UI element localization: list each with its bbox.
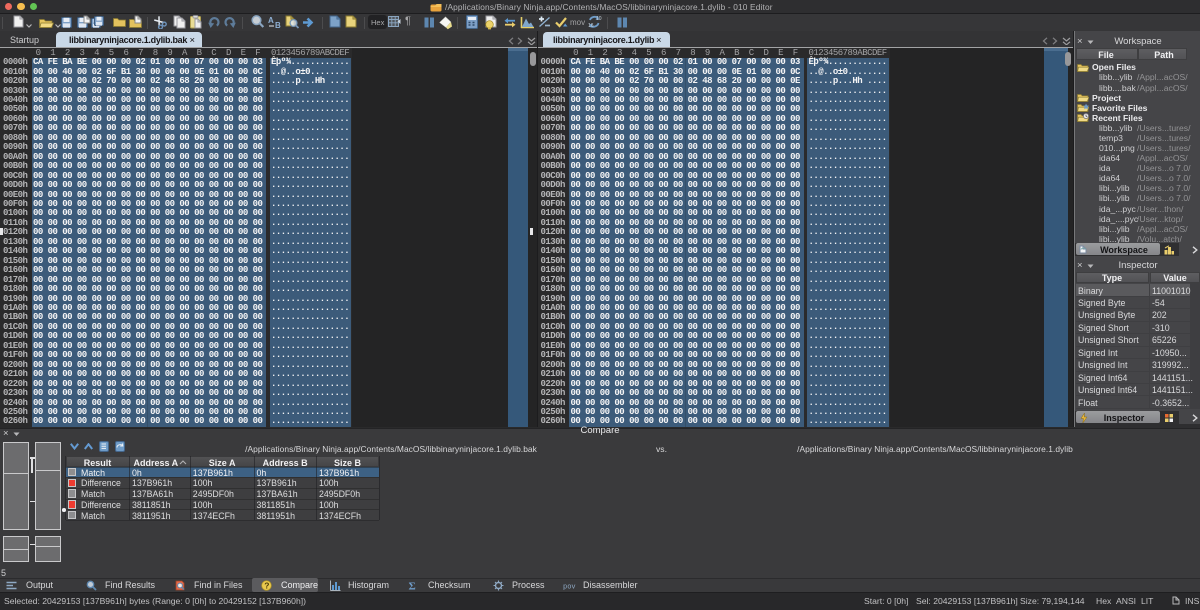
svg-text:pov: pov	[563, 584, 576, 591]
svg-text:10: 10	[596, 16, 602, 22]
svg-text:Σ: Σ	[409, 581, 416, 592]
svg-text:B: B	[275, 21, 281, 29]
svg-text:16: 16	[588, 23, 594, 29]
svg-text:?: ?	[264, 581, 269, 591]
svg-text:A: A	[268, 16, 274, 25]
